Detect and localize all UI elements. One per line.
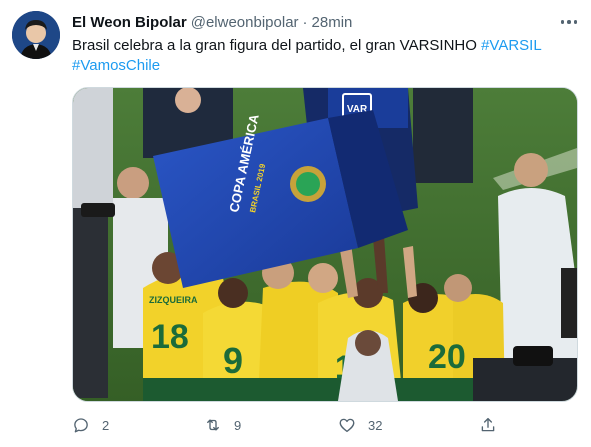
tweet[interactable]: El Weon Bipolar @elweonbipolar · 28min B… <box>0 0 591 447</box>
user-handle[interactable]: @elweonbipolar <box>191 14 299 31</box>
tweet-actions: 2 9 32 <box>72 413 512 437</box>
retweet-count: 9 <box>234 417 242 433</box>
retweet-button[interactable]: 9 <box>204 413 241 437</box>
jersey-number: 18 <box>151 318 189 356</box>
display-name[interactable]: El Weon Bipolar <box>72 14 187 31</box>
reply-button[interactable]: 2 <box>72 413 109 437</box>
hashtag-link[interactable]: #VARSIL <box>481 37 542 54</box>
like-count: 32 <box>368 417 383 433</box>
jersey-number: 9 <box>223 340 243 381</box>
reply-count: 2 <box>102 417 110 433</box>
tweet-text-body: Brasil celebra a la gran figura del part… <box>72 37 482 54</box>
more-icon[interactable] <box>558 12 580 32</box>
tweet-header: El Weon Bipolar @elweonbipolar · 28min <box>72 12 352 32</box>
separator-dot: · <box>302 13 308 31</box>
share-icon <box>481 417 495 432</box>
retweet-icon <box>207 419 219 431</box>
jersey-number: 20 <box>428 338 466 376</box>
like-button[interactable]: 32 <box>338 413 382 437</box>
tweet-text: Brasil celebra a la gran figura del part… <box>72 36 577 76</box>
avatar[interactable] <box>12 11 60 59</box>
avatar-image <box>12 11 60 59</box>
share-button[interactable] <box>479 413 497 437</box>
hashtag-link[interactable]: #VamosChile <box>72 57 160 74</box>
reply-icon <box>74 418 88 433</box>
jersey-name: ZIZQUEIRA <box>149 295 198 305</box>
tweet-media[interactable]: 18 9 19 20 ZIZQUEIRA VAR COPA AMÉRICA BR… <box>72 87 578 402</box>
timestamp[interactable]: 28min <box>312 14 353 31</box>
media-image: 18 9 19 20 ZIZQUEIRA VAR COPA AMÉRICA BR… <box>73 88 577 401</box>
like-icon <box>339 418 355 433</box>
